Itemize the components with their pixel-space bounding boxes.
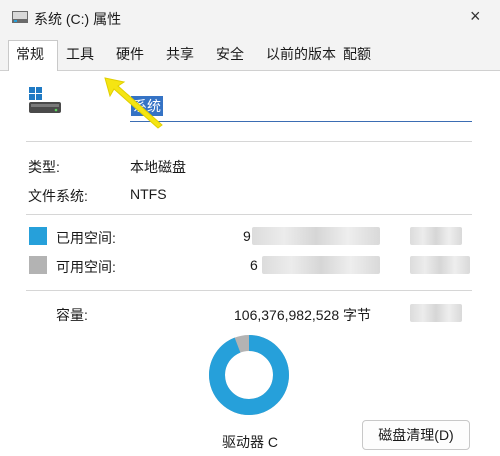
free-space-blurred-bytes [262,256,380,274]
capacity-label: 容量: [56,307,88,323]
divider-middle [26,214,472,215]
free-space-value: 6 [250,257,258,273]
tab-tools[interactable]: 工具 [66,44,94,64]
donut-used-arc [209,335,289,415]
drive-icon [29,87,61,113]
usage-donut-chart [209,335,289,415]
filesystem-label: 文件系统: [28,188,88,204]
used-space-value: 9 [243,228,251,244]
divider-bottom [26,290,472,291]
used-space-swatch [29,227,47,245]
drive-name-input[interactable] [130,92,472,122]
drive-properties-icon [12,11,28,23]
disk-cleanup-button[interactable]: 磁盘清理(D) [362,420,470,450]
used-space-blurred-size [410,227,462,245]
tab-general[interactable]: 常规 [16,44,44,64]
free-space-blurred-size [410,256,470,274]
tab-sharing[interactable]: 共享 [166,44,194,64]
tab-quota[interactable]: 配额 [343,44,371,64]
type-value: 本地磁盘 [130,159,186,175]
used-space-label: 已用空间: [56,230,116,246]
tab-previous-versions[interactable]: 以前的版本 [266,44,336,64]
window-title: 系统 (C:) 属性 [34,11,122,27]
used-space-blurred-bytes [252,227,380,245]
capacity-blurred-size [410,304,462,322]
filesystem-value: NTFS [130,186,167,202]
drive-letter-label: 驱动器 C [222,434,278,450]
close-button[interactable]: × [470,6,481,27]
tab-security[interactable]: 安全 [216,44,244,64]
free-space-label: 可用空间: [56,259,116,275]
free-space-swatch [29,256,47,274]
type-label: 类型: [28,159,60,175]
annotation-arrow-icon [104,77,163,129]
capacity-value: 106,376,982,528 字节 [234,307,371,323]
tab-hardware[interactable]: 硬件 [116,44,144,64]
divider-top [26,141,472,142]
